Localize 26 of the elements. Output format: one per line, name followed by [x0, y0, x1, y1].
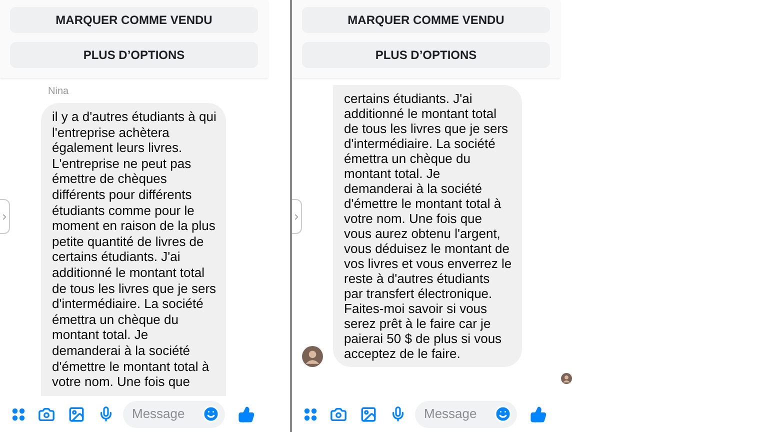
message-bubble: il y a d'autres étudiants à qui l'entreprise achètera également leurs livres. L'entreprise ne peut pas émettre de chèques différents pour différents étudiants comme pour le moment en raison de la plus petite quantité de livres de certains étudiants. J'ai additionné le montant total de tous les livres que je sers d'intermédiaire. La société émettra un chèque du montant total. Je demanderai à la société d'émettre le montant total à votre nom. Une fois que	[41, 103, 226, 396]
action-button[interactable]: PLUS D’OPTIONS	[302, 42, 550, 68]
microphone-icon[interactable]	[390, 406, 406, 422]
sender-name: Nina	[48, 85, 70, 99]
message-field[interactable]: Message	[415, 400, 517, 428]
thumbs-up-icon[interactable]	[238, 406, 255, 422]
chevron-right-icon	[292, 212, 301, 222]
avatar-icon	[302, 346, 323, 367]
action-button[interactable]: PLUS D’OPTIONS	[10, 42, 258, 68]
message-input[interactable]: Message	[132, 404, 202, 424]
image-icon[interactable]	[360, 406, 377, 422]
image-icon[interactable]	[68, 406, 85, 422]
chevron-right-icon	[0, 212, 9, 222]
message-field[interactable]: Message	[123, 400, 225, 428]
emoji-icon[interactable]	[494, 405, 512, 423]
message-bubble: certains étudiants. J'ai additionné le montant total de tous les livres que je sers d'intermédiaire. La société émettra un chèque du montant total. Je demanderai à la société d'émettre le montant total à votre nom. Une fois que vous aurez obtenu l'argent, vous déduisez le montant de vos livres et vous enverrez le reste à d'autres étudiants par transfert électronique. Faites-moi savoir si vous serez prêt à le faire car je paierai 50 $ de plus si vous acceptez de le faire.	[333, 85, 522, 367]
camera-icon[interactable]	[38, 406, 55, 422]
action-button[interactable]: MARQUER COMME VENDU	[10, 7, 258, 33]
emoji-icon[interactable]	[202, 405, 220, 423]
thumbs-up-icon[interactable]	[530, 406, 547, 422]
camera-icon[interactable]	[330, 406, 347, 422]
message-input[interactable]: Message	[424, 404, 494, 424]
action-button[interactable]: MARQUER COMME VENDU	[302, 7, 550, 33]
apps-icon[interactable]	[304, 408, 317, 420]
microphone-icon[interactable]	[98, 406, 114, 422]
apps-icon[interactable]	[12, 408, 25, 420]
